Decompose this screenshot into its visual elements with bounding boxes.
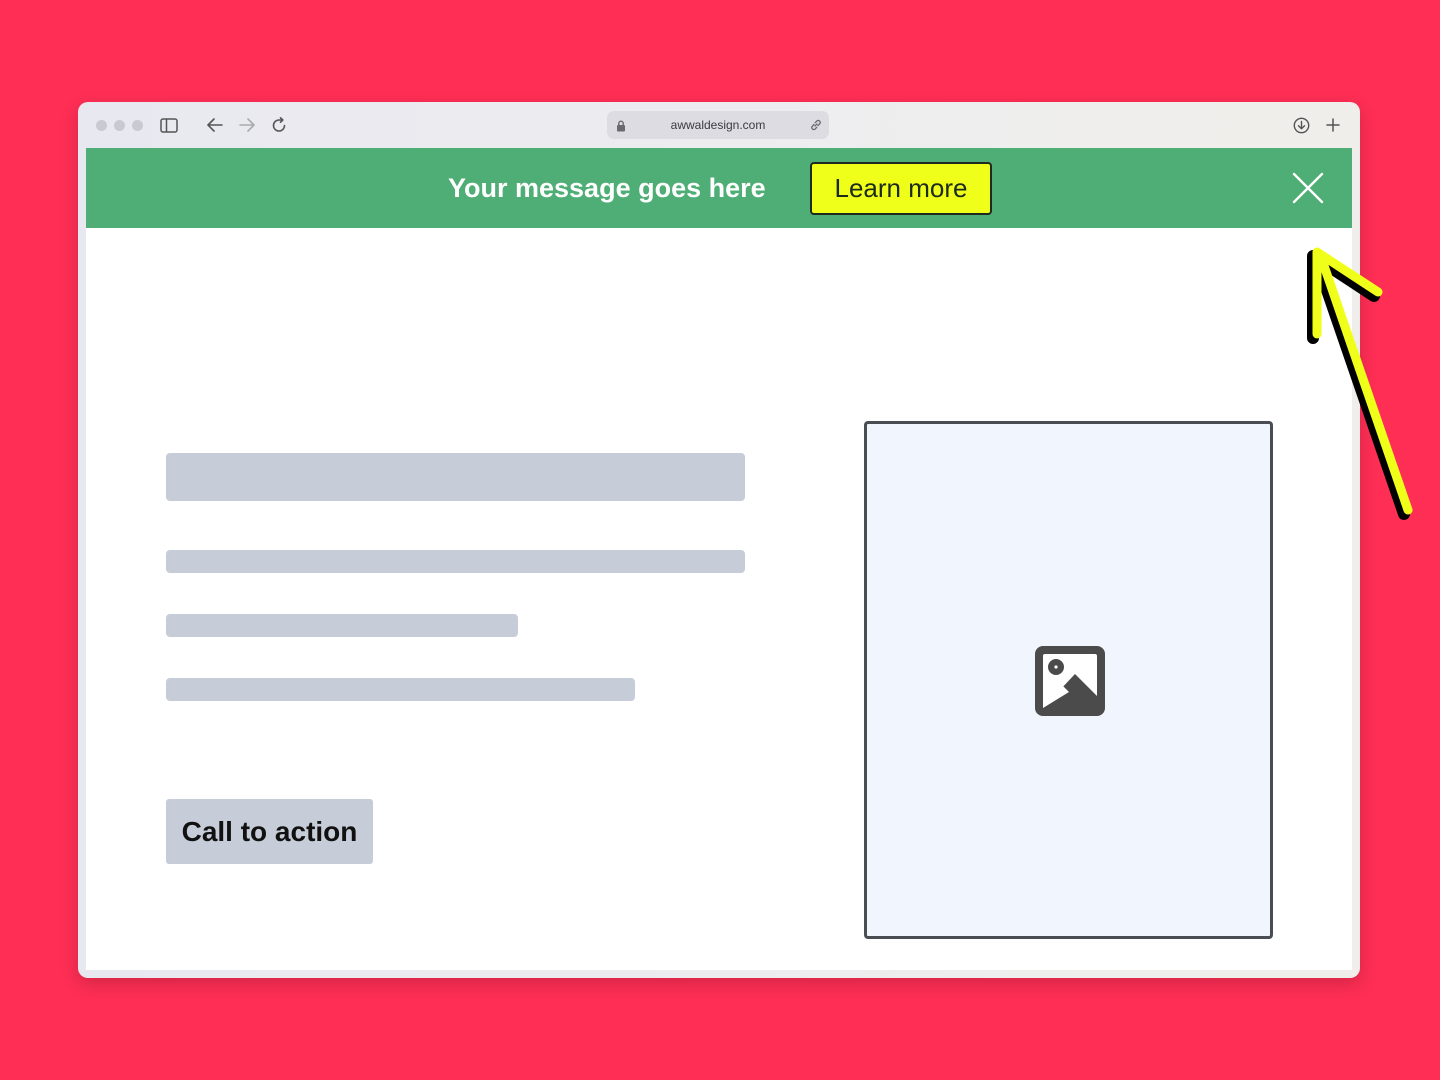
text-line-skeleton (166, 550, 745, 573)
image-icon (1033, 644, 1107, 718)
download-icon[interactable] (1290, 114, 1312, 136)
window-close-dot[interactable] (96, 120, 107, 131)
browser-window: awwaldesign.com Your message goes here L… (78, 102, 1360, 978)
window-minimize-dot[interactable] (114, 120, 125, 131)
text-line-skeleton (166, 678, 635, 701)
announcement-banner: Your message goes here Learn more (86, 148, 1352, 228)
text-line-skeleton (166, 614, 518, 637)
call-to-action-button[interactable]: Call to action (166, 799, 373, 864)
window-zoom-dot[interactable] (132, 120, 143, 131)
link-icon[interactable] (809, 118, 823, 132)
plus-icon[interactable] (1322, 114, 1344, 136)
image-placeholder (864, 421, 1273, 939)
page-content: Your message goes here Learn more Call t… (86, 148, 1352, 970)
close-icon[interactable] (1288, 168, 1328, 208)
address-bar[interactable]: awwaldesign.com (607, 111, 829, 139)
reload-icon[interactable] (268, 114, 290, 136)
arrow-left-icon[interactable] (204, 114, 226, 136)
url-text[interactable]: awwaldesign.com (607, 111, 829, 139)
arrow-right-icon[interactable] (236, 114, 258, 136)
browser-toolbar: awwaldesign.com (78, 102, 1360, 148)
heading-skeleton (166, 453, 745, 501)
sidebar-icon[interactable] (158, 114, 180, 136)
learn-more-button[interactable]: Learn more (810, 162, 992, 215)
banner-message: Your message goes here (448, 173, 766, 203)
